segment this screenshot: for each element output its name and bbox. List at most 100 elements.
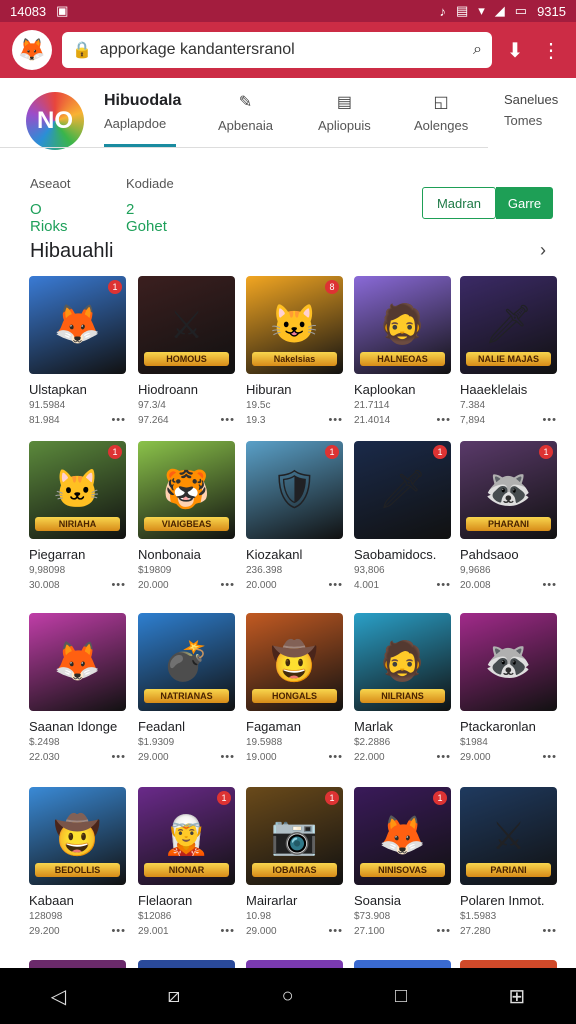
home-icon[interactable]: ○	[282, 985, 294, 1008]
more-options-icon[interactable]: •••	[436, 751, 451, 763]
game-meta: $19809	[138, 565, 172, 576]
more-options-icon[interactable]: •••	[328, 751, 343, 763]
tab-apliopuis[interactable]: ▤ Apliopuis	[318, 92, 371, 133]
game-meta-row: 27.100 •••	[354, 925, 451, 937]
status-bar: 14083 ▣ ♪ ▤ ▾ ◢ ▭ 9315	[0, 0, 576, 22]
game-thumbnail[interactable]: ⚔ PARIANI	[460, 787, 557, 885]
more-options-icon[interactable]: •••	[111, 579, 126, 591]
game-thumbnail[interactable]: 🦝	[460, 613, 557, 711]
more-options-icon[interactable]: •••	[542, 579, 557, 591]
game-card[interactable]: 🐱 1 NIRIAHA Piegarran 9,98098 30.008 •••	[29, 441, 126, 591]
game-card[interactable]: 🦝 1 PHARANI Pahdsaoo 9,9686 20.008 •••	[460, 441, 557, 591]
game-secondary-meta: 81.984	[29, 414, 60, 426]
more-options-icon[interactable]: •••	[328, 579, 343, 591]
tab-apbenaia[interactable]: ✎ Apbenaia	[218, 92, 273, 133]
more-options-icon[interactable]: •••	[111, 414, 126, 426]
game-card[interactable]: 📷 1 IOBAIRAS Mairarlar 10.98 29.000 •••	[246, 787, 343, 937]
game-thumbnail[interactable]: 🦊 1 NINISOVAS	[354, 787, 451, 885]
more-options-icon[interactable]: •••	[328, 414, 343, 426]
game-secondary-meta: 20.008	[460, 579, 491, 591]
more-menu-icon[interactable]: ⋮	[538, 38, 564, 63]
game-thumbnail[interactable]: ⚔ HOMOUS	[138, 276, 235, 374]
madran-button[interactable]: Madran	[422, 187, 496, 219]
game-name: Saanan Idonge	[29, 719, 118, 734]
game-thumbnail[interactable]: 📷 1 IOBAIRAS	[246, 787, 343, 885]
apps-icon[interactable]: ⊞	[509, 984, 526, 1009]
tab-home[interactable]: Hibuodala Aaplapdoe	[104, 92, 181, 131]
more-options-icon[interactable]: •••	[220, 925, 235, 937]
game-card[interactable]: 🦊 Saanan Idonge $.2498 22.030 •••	[29, 613, 126, 763]
game-thumbnail[interactable]: 🐯 VIAIGBEAS	[138, 441, 235, 539]
game-thumbnail[interactable]: 🦝 1 PHARANI	[460, 441, 557, 539]
game-card[interactable]: 🤠 BEDOLLIS Kabaan 128098 29.200 •••	[29, 787, 126, 937]
game-card[interactable]: 🧔 NILRIANS Marlak $2.2886 22.000 •••	[354, 613, 451, 763]
game-card[interactable]: 🦝 Ptackaronlan $1984 29.000 •••	[460, 613, 557, 763]
game-meta: 19.5988	[246, 737, 283, 748]
more-options-icon[interactable]: •••	[111, 925, 126, 937]
game-card[interactable]: 🦊 1 Ulstapkan 91.5984 81.984 •••	[29, 276, 126, 426]
more-options-icon[interactable]: •••	[220, 751, 235, 763]
game-thumbnail[interactable]: 🐱 1 NIRIAHA	[29, 441, 126, 539]
tab-sanelues[interactable]: Sanelues Tomes	[504, 92, 558, 128]
game-card[interactable]: 🛡 1 Kiozakanl 236.398 20.000 •••	[246, 441, 343, 591]
game-card[interactable]: 🗡 NALIE MAJAS Haaeklelais 7.384 7,894 •••	[460, 276, 557, 426]
chevron-right-icon[interactable]: ›	[540, 240, 546, 261]
game-meta-row: 97.264 •••	[138, 414, 235, 426]
more-options-icon[interactable]: •••	[542, 925, 557, 937]
game-thumbnail[interactable]: 🗡 NALIE MAJAS	[460, 276, 557, 374]
more-options-icon[interactable]: •••	[111, 751, 126, 763]
game-thumbnail[interactable]: 🤠 BEDOLLIS	[29, 787, 126, 885]
game-card[interactable]: 🗡 1 Saobamidocs. 93,806 4.001 •••	[354, 441, 451, 591]
search-icon[interactable]: ⌕	[473, 41, 482, 59]
game-card[interactable]: 🐯 VIAIGBEAS Nonbonaia $19809 20.000 •••	[138, 441, 235, 591]
recents-alt-icon[interactable]: ⧄	[167, 985, 180, 1008]
game-name: Pahdsaoo	[460, 547, 519, 562]
game-card[interactable]: 😺 8 Nakelsias Hiburan 19.5c 19.3 •••	[246, 276, 343, 426]
overview-icon[interactable]: □	[395, 985, 407, 1008]
back-icon[interactable]: ◁	[51, 984, 66, 1009]
game-thumbnail[interactable]: 🦊	[29, 613, 126, 711]
download-icon[interactable]: ⬇	[502, 38, 528, 63]
game-card[interactable]: ⚔ PARIANI Polaren Inmot. $1.5983 27.280 •••	[460, 787, 557, 937]
more-options-icon[interactable]: •••	[542, 414, 557, 426]
more-options-icon[interactable]: •••	[436, 925, 451, 937]
game-card[interactable]: 🤠 HONGALS Fagaman 19.5988 19.000 •••	[246, 613, 343, 763]
game-thumbnail[interactable]: 🧔 NILRIANS	[354, 613, 451, 711]
game-card[interactable]: 🧝 1 NIONAR Flelaoran $12086 29.001 •••	[138, 787, 235, 937]
game-thumbnail[interactable]: 🧔 HALNEOAS	[354, 276, 451, 374]
game-thumbnail[interactable]: 🛡 1	[246, 441, 343, 539]
tab-label: Aolenges	[414, 118, 469, 133]
tabs-divider	[0, 147, 488, 148]
game-thumbnail[interactable]: 🦊 1	[29, 276, 126, 374]
more-options-icon[interactable]: •••	[328, 925, 343, 937]
game-art-icon: 🧝	[162, 815, 211, 857]
game-thumbnail[interactable]: 🤠 HONGALS	[246, 613, 343, 711]
game-title-banner: HONGALS	[252, 689, 337, 703]
game-thumbnail[interactable]: 🗡 1	[354, 441, 451, 539]
game-thumbnail[interactable]: 💣 NATRIANAS	[138, 613, 235, 711]
game-card[interactable]: 💣 NATRIANAS Feadanl $1.9309 29.000 •••	[138, 613, 235, 763]
garre-button[interactable]: Garre	[496, 187, 553, 219]
game-thumbnail[interactable]: 🧝 1 NIONAR	[138, 787, 235, 885]
game-badge: 1	[539, 445, 553, 459]
app-avatar[interactable]: 🦊	[12, 30, 52, 70]
vibrate-icon: ♪	[439, 3, 446, 19]
game-card[interactable]: 🦊 1 NINISOVAS Soansia $73.908 27.100 •••	[354, 787, 451, 937]
game-card[interactable]: 🧔 HALNEOAS Kaplookan 21.7114 21.4014 •••	[354, 276, 451, 426]
game-card[interactable]: ⚔ HOMOUS Hiodroann 97.3/4 97.264 •••	[138, 276, 235, 426]
game-meta-row: 27.280 •••	[460, 925, 557, 937]
more-options-icon[interactable]: •••	[220, 414, 235, 426]
tab-aolenges[interactable]: ◱ Aolenges	[414, 92, 468, 133]
more-options-icon[interactable]: •••	[436, 414, 451, 426]
more-options-icon[interactable]: •••	[436, 579, 451, 591]
game-thumbnail[interactable]: 😺 8 Nakelsias	[246, 276, 343, 374]
more-options-icon[interactable]: •••	[542, 751, 557, 763]
url-input[interactable]	[99, 41, 466, 59]
game-meta: 9,98098	[29, 565, 66, 576]
game-art-icon: 🛡	[270, 469, 319, 511]
url-bar[interactable]: 🔒 ⌕	[62, 32, 492, 68]
game-meta: 10.98	[246, 911, 272, 922]
sim-icon: ▤	[455, 3, 469, 18]
more-options-icon[interactable]: •••	[220, 579, 235, 591]
game-secondary-meta: 97.264	[138, 414, 169, 426]
